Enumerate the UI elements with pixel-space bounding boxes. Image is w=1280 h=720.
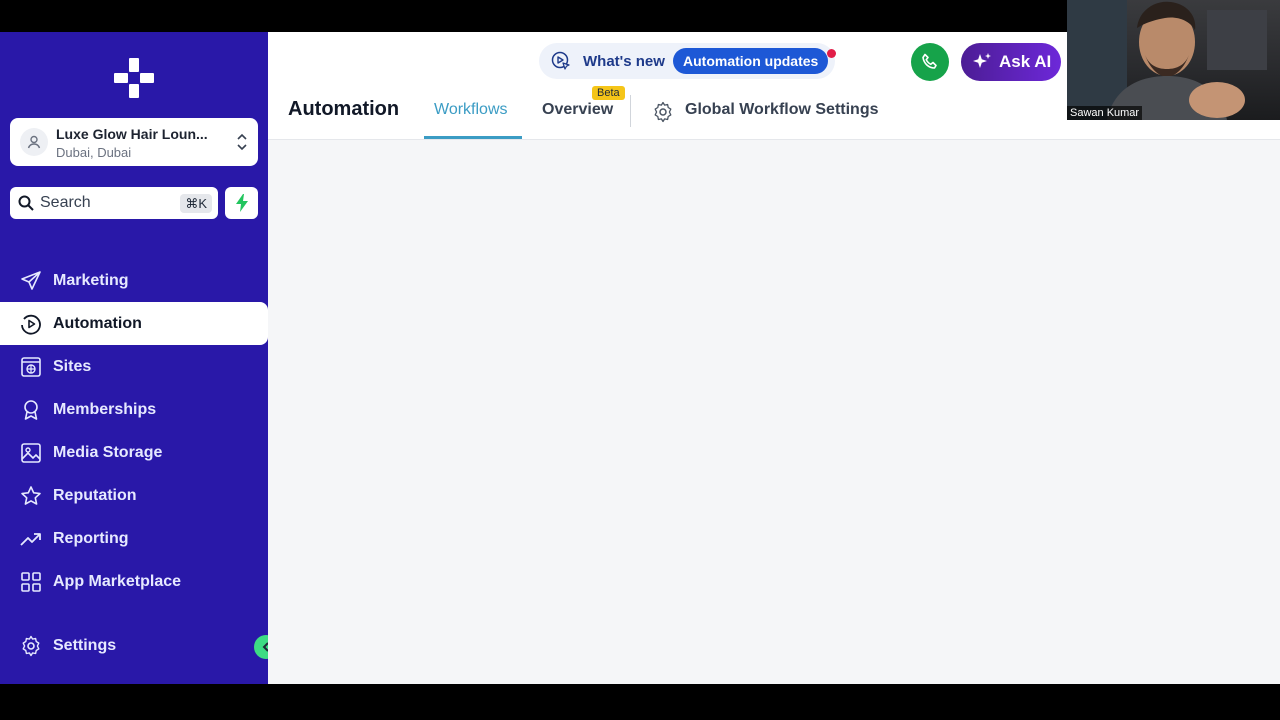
sidebar-item-app-marketplace[interactable]: App Marketplace [0,560,268,603]
notification-dot [827,49,836,58]
award-icon [20,399,42,421]
image-icon [20,442,42,464]
play-cursor-icon [551,51,570,70]
lightning-icon [235,194,248,212]
globe-window-icon [20,356,42,378]
sidebar: Luxe Glow Hair Loun... Dubai, Dubai Sear… [0,32,268,684]
participant-video [1067,0,1267,120]
phone-button[interactable] [911,43,949,81]
sidebar-item-label: Reputation [53,486,137,504]
quick-actions-button[interactable] [225,187,258,219]
sidebar-item-memberships[interactable]: Memberships [0,388,268,431]
sidebar-item-label: Sites [53,357,92,375]
ask-ai-button[interactable]: Ask AI [961,43,1061,81]
sidebar-item-sites[interactable]: Sites [0,345,268,388]
app-window: Luxe Glow Hair Loun... Dubai, Dubai Sear… [0,32,1280,684]
zoom-watermark: zoom [1095,677,1188,684]
page-title: Automation [288,98,400,120]
sidebar-item-label: Marketing [53,271,129,289]
sidebar-item-automation[interactable]: Automation [0,302,268,345]
tab-workflows[interactable]: Workflows [434,101,508,119]
sidebar-item-media-storage[interactable]: Media Storage [0,431,268,474]
trend-up-icon [20,528,42,550]
search-input[interactable]: Search ⌘K [10,187,218,219]
tab-divider [630,95,631,127]
search-shortcut: ⌘K [180,194,212,213]
whats-new-label: What's new [583,53,665,70]
ask-ai-label: Ask AI [999,52,1052,71]
location-avatar [20,128,48,156]
tab-global-workflow-settings[interactable]: Global Workflow Settings [685,101,879,119]
sidebar-item-label: Media Storage [53,443,163,461]
paper-plane-icon [20,270,42,292]
chevron-updown-icon [237,133,247,151]
sidebar-item-label: Memberships [53,400,157,418]
tab-overview[interactable]: Overview [542,101,613,119]
user-icon [27,135,41,149]
sidebar-item-reporting[interactable]: Reporting [0,517,268,560]
webcam-overlay: Sawan Kumar [1067,0,1280,120]
sidebar-item-label: Automation [53,314,142,332]
gear-icon [654,101,672,123]
main-content [268,140,1280,684]
location-switcher[interactable]: Luxe Glow Hair Loun... Dubai, Dubai [10,118,258,166]
phone-icon [922,53,937,69]
sidebar-item-reputation[interactable]: Reputation [0,474,268,517]
gear-icon [20,635,42,657]
app-logo-icon [114,58,154,98]
beta-badge: Beta [592,86,625,100]
sidebar-item-label: App Marketplace [53,572,182,590]
grid-icon [20,571,42,593]
participant-name: Sawan Kumar [1067,106,1143,120]
sparkle-icon [973,53,991,68]
location-name: Luxe Glow Hair Loun... [56,126,208,142]
automation-updates-button[interactable]: Automation updates [673,48,829,74]
sidebar-nav: Marketing Automation Sites Memberships M… [0,259,268,603]
automation-icon [20,313,42,335]
sidebar-item-marketing[interactable]: Marketing [0,259,268,302]
search-icon [18,195,34,211]
location-city: Dubai, Dubai [56,145,132,160]
star-icon [20,485,42,507]
sidebar-item-settings[interactable]: Settings [0,624,268,667]
whats-new-banner[interactable]: What's new Automation updates [539,43,836,79]
sidebar-item-label: Settings [53,636,117,654]
active-tab-indicator [424,136,522,139]
sidebar-item-label: Reporting [53,529,129,547]
search-label: Search [40,194,91,211]
